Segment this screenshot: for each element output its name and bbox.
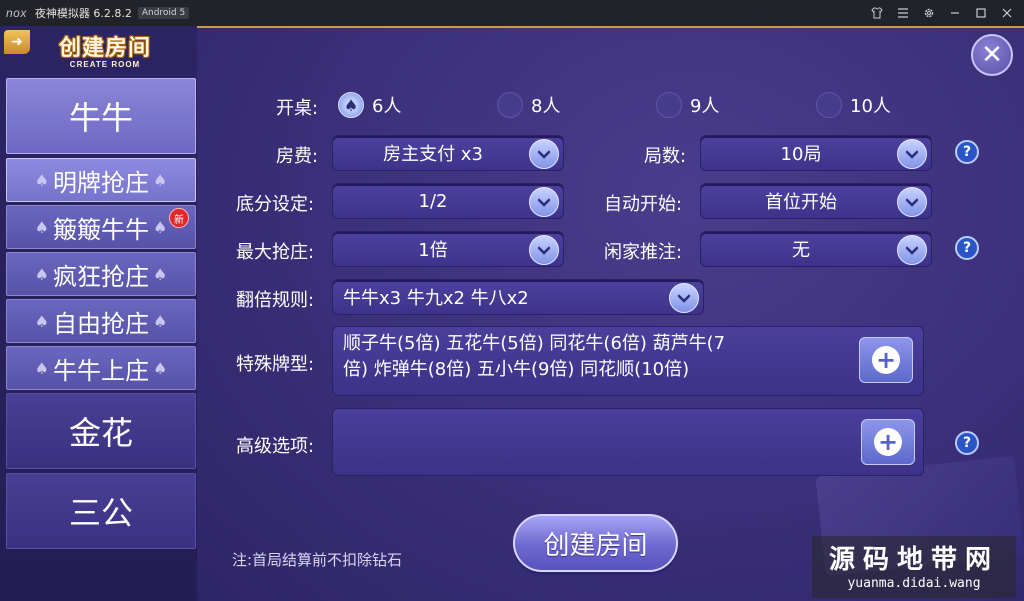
table-size-label: 开桌:	[276, 98, 319, 119]
spade-icon: ♠	[153, 217, 168, 237]
rounds-label: 局数:	[644, 146, 687, 167]
special-hands-line2: 倍) 炸弹牛(8倍) 五小牛(9倍) 同花顺(10倍)	[343, 359, 690, 380]
close-window-icon[interactable]	[996, 2, 1018, 24]
spade-icon: ♠	[153, 170, 168, 190]
spade-icon: ♠	[34, 358, 49, 378]
auto-start-select[interactable]: 首位开始	[700, 183, 932, 219]
special-hands-label: 特殊牌型:	[236, 354, 315, 375]
radio-unchecked	[816, 92, 842, 118]
game-tab-sangong[interactable]: 三公	[6, 473, 196, 549]
mode-tab-shangzhuang[interactable]: ♠ 牛牛上庄 ♠	[6, 346, 196, 390]
radio-unchecked	[497, 92, 523, 118]
chevron-down-icon	[897, 139, 927, 169]
max-banker-label: 最大抢庄:	[236, 242, 315, 263]
radio-6-players[interactable]: ♠ 6人	[338, 92, 401, 118]
double-rules-value: 牛牛x3 牛九x2 牛八x2	[343, 288, 529, 309]
radio-label: 9人	[690, 96, 720, 117]
plus-icon: +	[872, 346, 900, 374]
double-rules-select[interactable]: 牛牛x3 牛九x2 牛八x2	[332, 279, 704, 315]
logo-title-cn: 创建房间	[58, 36, 151, 61]
special-hands-box: 顺子牛(5倍) 五花牛(5倍) 同花牛(6倍) 葫芦牛(7 倍) 炸弹牛(8倍)…	[332, 326, 924, 396]
auto-start-label: 自动开始:	[604, 194, 683, 215]
watermark-cn: 源码地带网	[828, 545, 999, 575]
chevron-down-icon	[529, 187, 559, 217]
emulator-titlebar: nox 夜神模拟器 6.2.8.2 Android 5	[0, 0, 1024, 26]
spade-icon: ♠	[153, 358, 168, 378]
watermark: 源码地带网 yuanma.didai.wang	[812, 536, 1016, 598]
radio-label: 10人	[850, 96, 891, 117]
game-tab-niuniu[interactable]: 牛牛	[6, 78, 196, 154]
mode-label: 明牌抢庄	[53, 168, 149, 197]
close-dialog-button[interactable]: ✕	[971, 34, 1013, 76]
mode-label: 牛牛上庄	[53, 356, 149, 385]
player-push-label: 闲家推注:	[604, 242, 683, 263]
base-score-label: 底分设定:	[236, 194, 315, 215]
radio-checked-spade-icon: ♠	[338, 92, 364, 118]
spade-icon: ♠	[34, 217, 49, 237]
game-tab-jinhua[interactable]: 金花	[6, 393, 196, 469]
advanced-options-box	[332, 408, 924, 476]
double-rules-label: 翻倍规则:	[236, 290, 315, 311]
skin-icon[interactable]	[866, 2, 888, 24]
spade-icon: ♠	[153, 264, 168, 284]
spade-icon: ♠	[153, 311, 168, 331]
room-fee-select[interactable]: 房主支付 x3	[332, 135, 564, 171]
create-room-button[interactable]: 创建房间	[513, 514, 678, 572]
advanced-options-label: 高级选项:	[236, 436, 315, 457]
mode-tab-mingpai[interactable]: ♠ 明牌抢庄 ♠	[6, 158, 196, 202]
spade-icon: ♠	[34, 170, 49, 190]
add-advanced-option-button[interactable]: +	[861, 419, 915, 465]
mode-label: 自由抢庄	[53, 309, 149, 338]
radio-9-players[interactable]: 9人	[656, 92, 719, 118]
mode-tab-fengkuang[interactable]: ♠ 疯狂抢庄 ♠	[6, 252, 196, 296]
help-icon[interactable]: ?	[955, 431, 979, 455]
radio-unchecked	[656, 92, 682, 118]
plus-icon: +	[874, 428, 902, 456]
spade-icon: ♠	[34, 264, 49, 284]
add-special-hand-button[interactable]: +	[859, 337, 913, 383]
mode-label: 簸簸牛牛	[53, 215, 149, 244]
window-controls	[866, 0, 1018, 26]
create-room-logo: 创建房间 CREATE ROOM	[40, 30, 170, 78]
rounds-select[interactable]: 10局	[700, 135, 932, 171]
player-push-select[interactable]: 无	[700, 231, 932, 267]
close-icon: ✕	[981, 40, 1003, 70]
nox-logo: nox	[6, 6, 27, 20]
chevron-down-icon	[897, 187, 927, 217]
spade-icon: ♠	[34, 311, 49, 331]
mode-label: 疯狂抢庄	[53, 262, 149, 291]
minimize-icon[interactable]	[944, 2, 966, 24]
radio-10-players[interactable]: 10人	[816, 92, 891, 118]
mode-tab-ziyou[interactable]: ♠ 自由抢庄 ♠	[6, 299, 196, 343]
settings-gear-icon[interactable]	[918, 2, 940, 24]
chevron-down-icon	[669, 283, 699, 313]
max-banker-select[interactable]: 1倍	[332, 231, 564, 267]
new-badge: 新	[169, 208, 189, 228]
back-arrow-icon[interactable]: ➜	[4, 30, 30, 54]
mode-tab-bobo[interactable]: ♠ 簸簸牛牛 ♠ 新	[6, 205, 196, 249]
chevron-down-icon	[529, 139, 559, 169]
maximize-icon[interactable]	[970, 2, 992, 24]
room-fee-label: 房费:	[276, 146, 319, 167]
help-icon[interactable]: ?	[955, 140, 979, 164]
diamond-note: 注:首局结算前不扣除钻石	[232, 551, 403, 569]
watermark-url: yuanma.didai.wang	[847, 576, 981, 591]
help-icon[interactable]: ?	[955, 236, 979, 260]
special-hands-line1: 顺子牛(5倍) 五花牛(5倍) 同花牛(6倍) 葫芦牛(7	[343, 333, 726, 354]
game-type-sidebar: 牛牛 ♠ 明牌抢庄 ♠ ♠ 簸簸牛牛 ♠ 新 ♠ 疯狂抢庄 ♠ ♠ 自由抢庄 ♠…	[6, 78, 196, 553]
android-version-badge: Android 5	[137, 7, 190, 19]
radio-label: 8人	[531, 96, 561, 117]
base-score-select[interactable]: 1/2	[332, 183, 564, 219]
radio-label: 6人	[372, 96, 402, 117]
app-title: 夜神模拟器 6.2.8.2	[34, 7, 132, 20]
chevron-down-icon	[897, 235, 927, 265]
radio-8-players[interactable]: 8人	[497, 92, 560, 118]
menu-icon[interactable]	[892, 2, 914, 24]
game-area: ➜ 创建房间 CREATE ROOM 牛牛 ♠ 明牌抢庄 ♠ ♠ 簸簸牛牛 ♠ …	[0, 26, 1024, 601]
chevron-down-icon	[529, 235, 559, 265]
